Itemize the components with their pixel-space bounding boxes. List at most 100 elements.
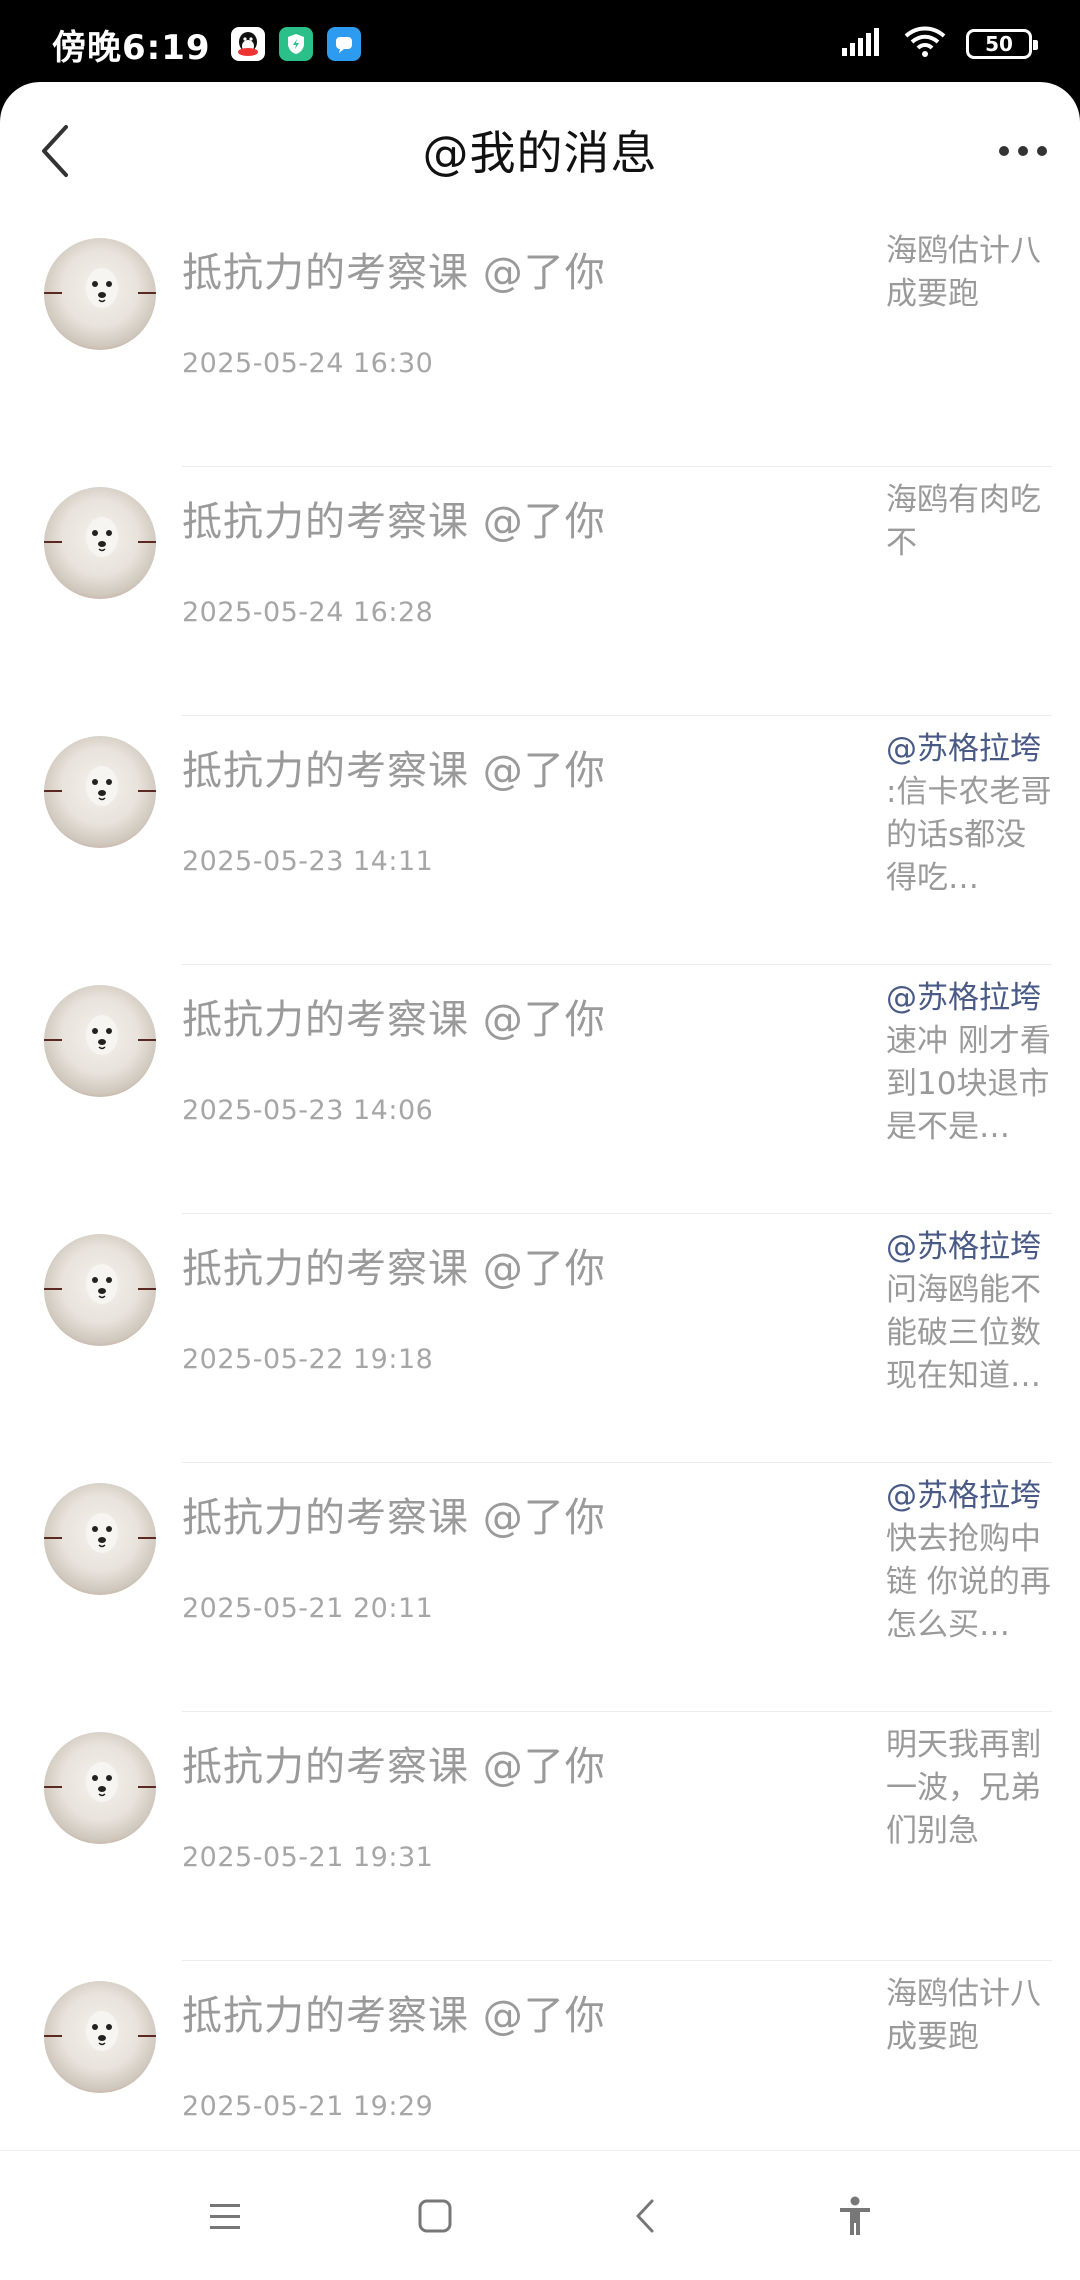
chevron-left-icon	[42, 125, 68, 177]
message-item[interactable]: 抵抗力的考察课 @了你 2025-05-23 14:06 @苏格拉垮速冲 刚才看到1…	[0, 965, 1080, 1214]
message-app-icon	[326, 27, 361, 61]
message-preview: 海鸥估计八成要跑	[886, 1973, 1056, 2059]
preview-mention[interactable]: @苏格拉垮	[886, 980, 1041, 1016]
avatar-line	[138, 1537, 156, 1539]
message-preview: @苏格拉垮问海鸥能不能破三位数现在知道…	[886, 1226, 1056, 1398]
message-title: 抵抗力的考察课 @了你	[182, 1495, 606, 1541]
dog-avatar-icon	[86, 2011, 118, 2051]
more-button[interactable]	[988, 116, 1058, 186]
avatar[interactable]	[44, 1732, 156, 1844]
avatar[interactable]	[44, 1981, 156, 2093]
status-right: 50	[842, 26, 1038, 62]
avatar-line	[44, 1288, 62, 1290]
nav-home-button[interactable]	[395, 2176, 475, 2256]
message-time: 2025-05-22 19:18	[182, 1344, 434, 1375]
messages-sheet: @我的消息 抵抗力的考察课 @了你 2025-05-24 16:30 海鸥估计八成要…	[0, 82, 1080, 2280]
avatar-line	[44, 790, 62, 792]
message-time: 2025-05-21 19:29	[182, 2091, 434, 2122]
avatar-line	[138, 790, 156, 792]
dog-avatar-icon	[86, 1015, 118, 1055]
wifi-icon	[904, 26, 946, 62]
home-square-icon	[418, 2199, 452, 2232]
preview-text: 海鸥估计八成要跑	[886, 233, 1041, 312]
message-time: 2025-05-24 16:30	[182, 348, 434, 379]
message-title: 抵抗力的考察课 @了你	[182, 748, 606, 794]
avatar-line	[138, 541, 156, 543]
preview-text: 海鸥估计八成要跑	[886, 1976, 1041, 2055]
message-item[interactable]: 抵抗力的考察课 @了你 2025-05-23 14:11 @苏格拉垮 :信卡农老哥的…	[0, 716, 1080, 965]
message-item[interactable]: 抵抗力的考察课 @了你 2025-05-24 16:28 海鸥有肉吃不	[0, 467, 1080, 716]
message-title: 抵抗力的考察课 @了你	[182, 250, 606, 296]
qq-icon	[230, 27, 265, 61]
preview-mention[interactable]: @苏格拉垮	[886, 731, 1041, 767]
preview-text: 速冲 刚才看到10块退市是不是…	[886, 1023, 1051, 1145]
nav-accessibility-button[interactable]	[815, 2176, 895, 2256]
message-preview: 海鸥估计八成要跑	[886, 230, 1056, 316]
avatar-line	[138, 1288, 156, 1290]
message-title: 抵抗力的考察课 @了你	[182, 997, 606, 1043]
status-bar: 傍晚6:19 50	[0, 0, 1080, 88]
avatar-line	[138, 2035, 156, 2037]
preview-text: 快去抢购中链 你说的再怎么买…	[886, 1521, 1051, 1643]
preview-mention[interactable]: @苏格拉垮	[886, 1478, 1041, 1514]
battery-level: 50	[985, 32, 1013, 56]
message-preview: @苏格拉垮 :信卡农老哥的话s都没得吃…	[886, 728, 1056, 900]
message-item[interactable]: 抵抗力的考察课 @了你 2025-05-21 20:11 @苏格拉垮快去抢购中链 你…	[0, 1463, 1080, 1712]
avatar-line	[138, 1786, 156, 1788]
dog-avatar-icon	[86, 766, 118, 806]
message-time: 2025-05-21 19:31	[182, 1842, 434, 1873]
signal-icon	[842, 28, 884, 60]
avatar[interactable]	[44, 238, 156, 350]
message-title: 抵抗力的考察课 @了你	[182, 1246, 606, 1292]
message-preview: 明天我再割一波，兄弟们别急	[886, 1724, 1056, 1853]
avatar[interactable]	[44, 1234, 156, 1346]
message-item[interactable]: 抵抗力的考察课 @了你 2025-05-21 19:31 明天我再割一波，兄弟们别急	[0, 1712, 1080, 1961]
message-item[interactable]: 抵抗力的考察课 @了你 2025-05-22 19:18 @苏格拉垮问海鸥能不能破三…	[0, 1214, 1080, 1463]
avatar-line	[44, 541, 62, 543]
avatar[interactable]	[44, 487, 156, 599]
preview-mention[interactable]: @苏格拉垮	[886, 1229, 1041, 1265]
security-app-icon	[278, 27, 313, 61]
dog-avatar-icon	[86, 517, 118, 557]
avatar[interactable]	[44, 985, 156, 1097]
message-item[interactable]: 抵抗力的考察课 @了你 2025-05-24 16:30 海鸥估计八成要跑	[0, 218, 1080, 467]
avatar[interactable]	[44, 1483, 156, 1595]
avatar[interactable]	[44, 736, 156, 848]
message-title: 抵抗力的考察课 @了你	[182, 1993, 606, 2039]
dog-avatar-icon	[86, 268, 118, 308]
message-list: 抵抗力的考察课 @了你 2025-05-24 16:30 海鸥估计八成要跑 抵抗力的考…	[0, 218, 1080, 2210]
status-left: 傍晚6:19	[52, 20, 361, 69]
preview-text: 明天我再割一波，兄弟们别急	[886, 1727, 1041, 1849]
avatar-line	[44, 292, 62, 294]
page-title: @我的消息	[422, 126, 658, 180]
message-preview: @苏格拉垮快去抢购中链 你说的再怎么买…	[886, 1475, 1056, 1647]
preview-text: :信卡农老哥的话s都没得吃…	[886, 774, 1052, 896]
avatar-line	[44, 1039, 62, 1041]
accessibility-icon	[840, 2196, 870, 2235]
nav-menu-button[interactable]	[185, 2176, 265, 2256]
avatar-line	[44, 1537, 62, 1539]
preview-text: 海鸥有肉吃不	[886, 482, 1041, 561]
header: @我的消息	[0, 82, 1080, 218]
message-preview: 海鸥有肉吃不	[886, 479, 1056, 565]
dog-avatar-icon	[86, 1762, 118, 1802]
battery-icon: 50	[966, 29, 1038, 59]
menu-icon	[210, 2203, 240, 2229]
message-title: 抵抗力的考察课 @了你	[182, 1744, 606, 1790]
back-chevron-icon	[636, 2199, 654, 2232]
message-title: 抵抗力的考察课 @了你	[182, 499, 606, 545]
message-preview: @苏格拉垮速冲 刚才看到10块退市是不是…	[886, 977, 1056, 1149]
avatar-line	[138, 1039, 156, 1041]
message-time: 2025-05-21 20:11	[182, 1593, 434, 1624]
system-nav-bar	[0, 2150, 1080, 2280]
avatar-line	[44, 2035, 62, 2037]
avatar-line	[44, 1786, 62, 1788]
preview-text: 问海鸥能不能破三位数现在知道…	[886, 1272, 1041, 1394]
more-horizontal-icon	[999, 146, 1047, 156]
avatar-line	[138, 292, 156, 294]
message-time: 2025-05-24 16:28	[182, 597, 434, 628]
nav-back-button[interactable]	[605, 2176, 685, 2256]
status-time: 傍晚6:19	[52, 27, 211, 68]
back-button[interactable]	[20, 116, 90, 186]
dog-avatar-icon	[86, 1513, 118, 1553]
